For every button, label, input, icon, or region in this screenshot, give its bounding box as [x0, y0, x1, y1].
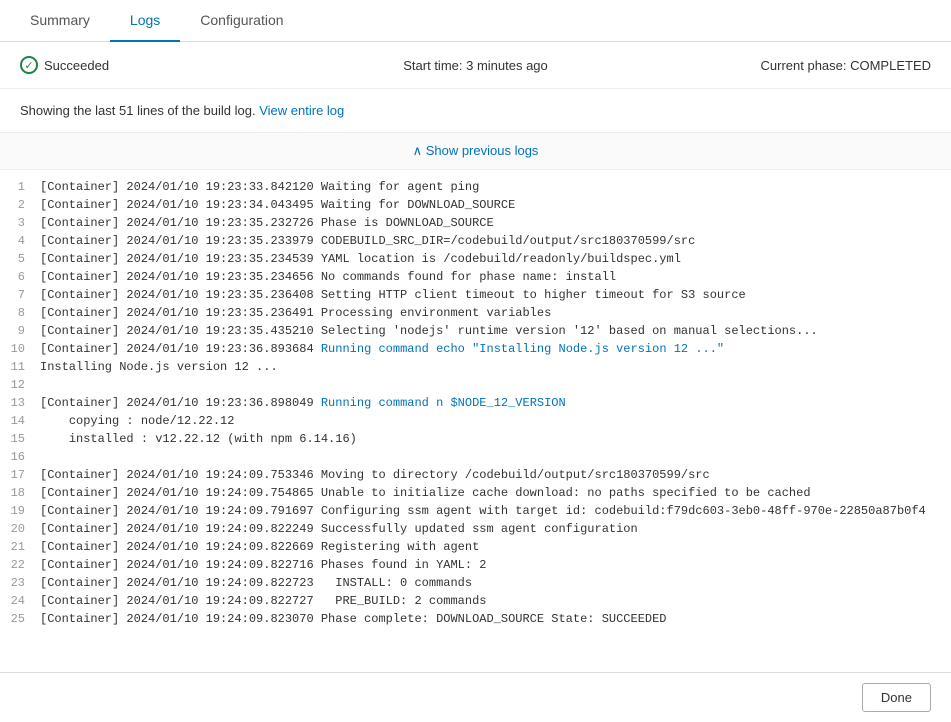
- log-line: 21[Container] 2024/01/10 19:24:09.822669…: [0, 538, 951, 556]
- line-number: 25: [10, 610, 40, 628]
- status-bar: ✓ Succeeded Start time: 3 minutes ago Cu…: [0, 42, 951, 89]
- line-content: [40, 448, 941, 466]
- line-number: 1: [10, 178, 40, 196]
- log-header-text: Showing the last 51 lines of the build l…: [20, 103, 256, 118]
- line-content: [Container] 2024/01/10 19:23:35.232726 P…: [40, 214, 941, 232]
- line-number: 7: [10, 286, 40, 304]
- log-line: 22[Container] 2024/01/10 19:24:09.822716…: [0, 556, 951, 574]
- line-number: 16: [10, 448, 40, 466]
- line-content: [Container] 2024/01/10 19:23:35.234539 Y…: [40, 250, 941, 268]
- line-number: 8: [10, 304, 40, 322]
- line-number: 3: [10, 214, 40, 232]
- line-content: [Container] 2024/01/10 19:24:09.754865 U…: [40, 484, 941, 502]
- line-number: 2: [10, 196, 40, 214]
- log-line: 18[Container] 2024/01/10 19:24:09.754865…: [0, 484, 951, 502]
- line-content: [Container] 2024/01/10 19:24:09.822723 I…: [40, 574, 941, 592]
- log-line: 24[Container] 2024/01/10 19:24:09.822727…: [0, 592, 951, 610]
- log-line: 23[Container] 2024/01/10 19:24:09.822723…: [0, 574, 951, 592]
- line-content: [Container] 2024/01/10 19:23:35.236408 S…: [40, 286, 941, 304]
- line-number: 10: [10, 340, 40, 358]
- line-number: 6: [10, 268, 40, 286]
- log-line: 25[Container] 2024/01/10 19:24:09.823070…: [0, 610, 951, 628]
- line-content: [Container] 2024/01/10 19:23:34.043495 W…: [40, 196, 941, 214]
- log-line: 5[Container] 2024/01/10 19:23:35.234539 …: [0, 250, 951, 268]
- line-content: [Container] 2024/01/10 19:23:35.236491 P…: [40, 304, 941, 322]
- line-number: 13: [10, 394, 40, 412]
- line-content: [Container] 2024/01/10 19:23:35.435210 S…: [40, 322, 941, 340]
- log-line: 7[Container] 2024/01/10 19:23:35.236408 …: [0, 286, 951, 304]
- line-number: 12: [10, 376, 40, 394]
- line-content: [Container] 2024/01/10 19:24:09.822249 S…: [40, 520, 941, 538]
- line-number: 17: [10, 466, 40, 484]
- line-number: 22: [10, 556, 40, 574]
- current-phase-label: Current phase: COMPLETED: [761, 58, 932, 73]
- line-number: 11: [10, 358, 40, 376]
- line-content: [Container] 2024/01/10 19:23:35.233979 C…: [40, 232, 941, 250]
- line-number: 5: [10, 250, 40, 268]
- line-content: [Container] 2024/01/10 19:23:35.234656 N…: [40, 268, 941, 286]
- status-current-phase: Current phase: COMPLETED: [627, 58, 931, 73]
- line-content: [40, 376, 941, 394]
- log-line: 11Installing Node.js version 12 ...: [0, 358, 951, 376]
- line-content: [Container] 2024/01/10 19:24:09.753346 M…: [40, 466, 941, 484]
- line-number: 24: [10, 592, 40, 610]
- log-line: 17[Container] 2024/01/10 19:24:09.753346…: [0, 466, 951, 484]
- line-content: [Container] 2024/01/10 19:24:09.791697 C…: [40, 502, 941, 520]
- tab-configuration[interactable]: Configuration: [180, 0, 303, 42]
- log-line: 19[Container] 2024/01/10 19:24:09.791697…: [0, 502, 951, 520]
- line-content: Installing Node.js version 12 ...: [40, 358, 941, 376]
- log-line: 4[Container] 2024/01/10 19:23:35.233979 …: [0, 232, 951, 250]
- log-line: 8[Container] 2024/01/10 19:23:35.236491 …: [0, 304, 951, 322]
- line-content: [Container] 2024/01/10 19:24:09.822669 R…: [40, 538, 941, 556]
- line-content: [Container] 2024/01/10 19:24:09.822727 P…: [40, 592, 941, 610]
- line-number: 21: [10, 538, 40, 556]
- status-succeeded: ✓ Succeeded: [20, 56, 324, 74]
- log-line: 3[Container] 2024/01/10 19:23:35.232726 …: [0, 214, 951, 232]
- line-number: 18: [10, 484, 40, 502]
- check-circle-icon: ✓: [20, 56, 38, 74]
- log-line: 13[Container] 2024/01/10 19:23:36.898049…: [0, 394, 951, 412]
- line-content: copying : node/12.22.12: [40, 412, 941, 430]
- line-number: 4: [10, 232, 40, 250]
- tab-summary[interactable]: Summary: [10, 0, 110, 42]
- line-content: [Container] 2024/01/10 19:23:36.898049 R…: [40, 394, 941, 412]
- log-line: 14 copying : node/12.22.12: [0, 412, 951, 430]
- log-line: 9[Container] 2024/01/10 19:23:35.435210 …: [0, 322, 951, 340]
- succeeded-label: Succeeded: [44, 58, 109, 73]
- log-line: 15 installed : v12.22.12 (with npm 6.14.…: [0, 430, 951, 448]
- footer: Done: [0, 672, 951, 722]
- log-link[interactable]: Running command n $NODE_12_VERSION: [321, 396, 566, 410]
- line-number: 14: [10, 412, 40, 430]
- line-number: 15: [10, 430, 40, 448]
- log-line: 16: [0, 448, 951, 466]
- show-previous-bar: ∧ Show previous logs: [0, 133, 951, 170]
- log-header: Showing the last 51 lines of the build l…: [0, 89, 951, 133]
- line-number: 9: [10, 322, 40, 340]
- done-button[interactable]: Done: [862, 683, 931, 712]
- log-link[interactable]: Running command echo "Installing Node.js…: [321, 342, 724, 356]
- log-container[interactable]: 1[Container] 2024/01/10 19:23:33.842120 …: [0, 170, 951, 678]
- line-content: [Container] 2024/01/10 19:24:09.823070 P…: [40, 610, 941, 628]
- tab-logs[interactable]: Logs: [110, 0, 180, 42]
- line-content: installed : v12.22.12 (with npm 6.14.16): [40, 430, 941, 448]
- tab-bar: Summary Logs Configuration: [0, 0, 951, 42]
- line-content: [Container] 2024/01/10 19:23:33.842120 W…: [40, 178, 941, 196]
- start-time-label: Start time: 3 minutes ago: [403, 58, 548, 73]
- log-line: 2[Container] 2024/01/10 19:23:34.043495 …: [0, 196, 951, 214]
- line-number: 20: [10, 520, 40, 538]
- line-content: [Container] 2024/01/10 19:24:09.822716 P…: [40, 556, 941, 574]
- log-line: 1[Container] 2024/01/10 19:23:33.842120 …: [0, 178, 951, 196]
- view-entire-log-link[interactable]: View entire log: [259, 103, 344, 118]
- log-line: 10[Container] 2024/01/10 19:23:36.893684…: [0, 340, 951, 358]
- log-line: 6[Container] 2024/01/10 19:23:35.234656 …: [0, 268, 951, 286]
- log-line: 12: [0, 376, 951, 394]
- status-start-time: Start time: 3 minutes ago: [324, 58, 628, 73]
- show-previous-button[interactable]: ∧ Show previous logs: [413, 143, 539, 159]
- line-number: 19: [10, 502, 40, 520]
- log-line: 20[Container] 2024/01/10 19:24:09.822249…: [0, 520, 951, 538]
- line-number: 23: [10, 574, 40, 592]
- line-content: [Container] 2024/01/10 19:23:36.893684 R…: [40, 340, 941, 358]
